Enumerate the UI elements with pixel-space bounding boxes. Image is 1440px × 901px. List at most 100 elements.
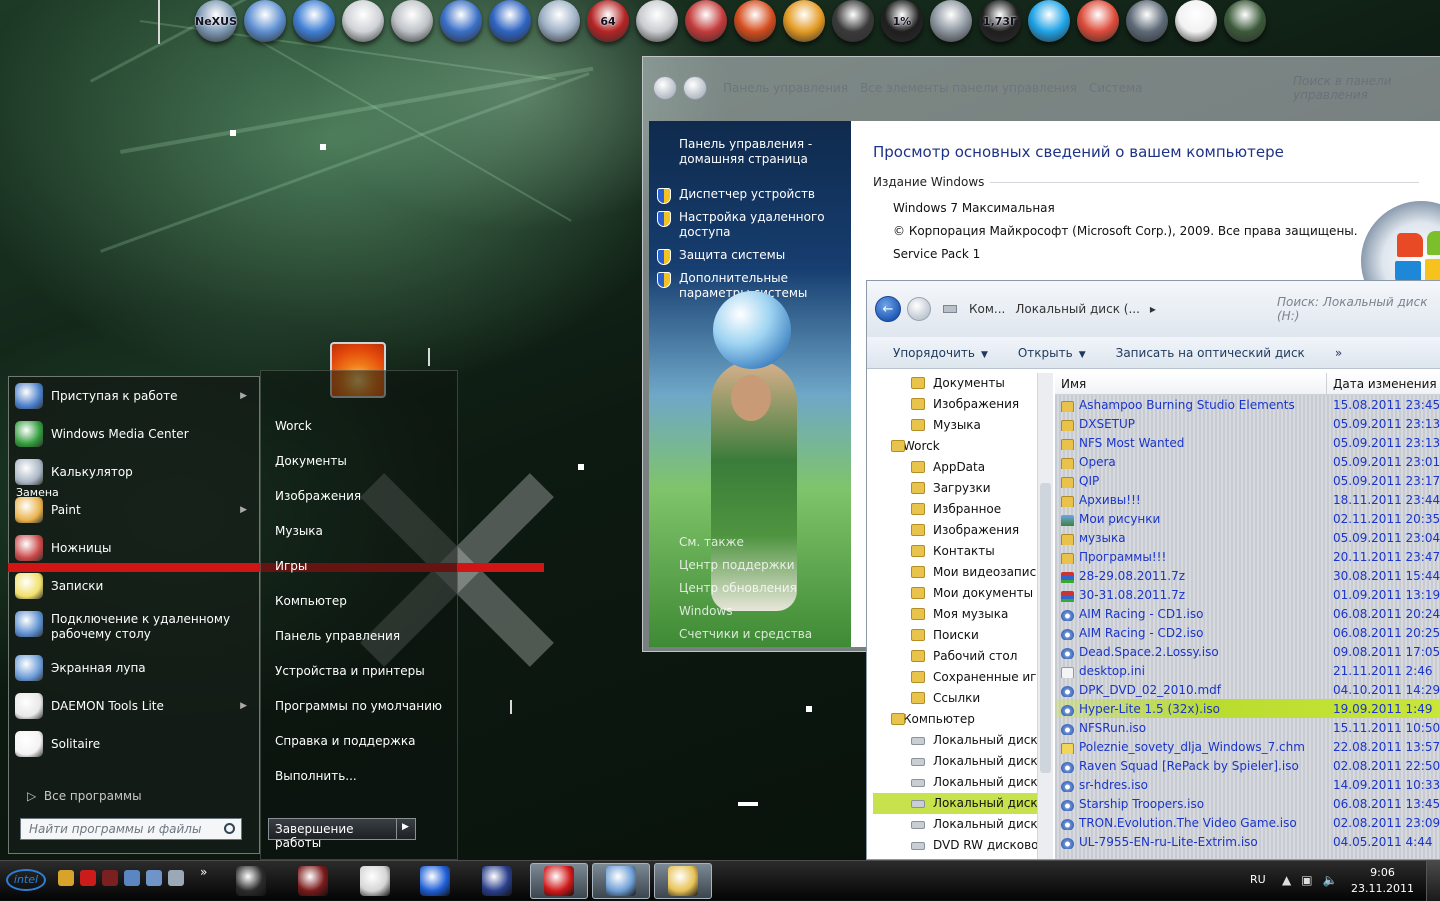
device-manager-link[interactable]: Диспетчер устройств [649, 183, 851, 206]
submenu-arrow-icon[interactable]: ▶ [240, 389, 247, 404]
taskbar-button[interactable] [284, 863, 342, 899]
language-indicator[interactable]: RU [1250, 873, 1266, 886]
file-row[interactable]: AIM Racing - CD2.iso 06.08.2011 20:25 [1055, 623, 1440, 642]
file-row[interactable]: Программы!!! 20.11.2011 23:47 [1055, 547, 1440, 566]
tree-item[interactable]: Моя музыка [873, 604, 1053, 625]
system-protection-link[interactable]: Защита системы [649, 244, 851, 267]
start-place-item[interactable]: Выполнить... [261, 759, 457, 794]
tree-item[interactable]: Избранное [873, 499, 1053, 520]
crumb[interactable]: Локальный диск (... [1015, 302, 1140, 316]
more-toolbar-button[interactable]: » [1335, 346, 1342, 360]
tree-item[interactable]: Компьютер [873, 709, 1053, 730]
tree-item[interactable]: Загрузки [873, 478, 1053, 499]
gear-icon[interactable] [783, 0, 825, 42]
forward-button[interactable] [683, 76, 707, 100]
start-program-item[interactable]: Windows Media Center [9, 415, 259, 453]
file-row[interactable]: DXSETUP 05.09.2011 23:13 [1055, 414, 1440, 433]
breadcrumb-item[interactable]: Все элементы панели управления [860, 81, 1077, 95]
windows-flag-icon[interactable] [293, 0, 335, 42]
taskbar-button[interactable] [468, 863, 526, 899]
start-program-item[interactable]: Записки [9, 567, 259, 605]
file-row[interactable]: DPK_DVD_02_2010.mdf 04.10.2011 14:29 [1055, 680, 1440, 699]
file-row[interactable]: Raven Squad [RePack by Spieler].iso 02.08… [1055, 756, 1440, 775]
ccleaner-icon[interactable] [734, 0, 776, 42]
recycle-bin-icon[interactable] [538, 0, 580, 42]
all-programs-link[interactable]: ▷ Все программы [27, 789, 142, 803]
breadcrumb-item[interactable]: Система [1089, 81, 1143, 95]
start-program-item[interactable]: Экранная лупа [9, 649, 259, 687]
file-row[interactable]: QIP 05.09.2011 23:17 [1055, 471, 1440, 490]
start-place-item[interactable]: Музыка [261, 514, 457, 549]
film-reel-icon[interactable] [832, 0, 874, 42]
shutdown-button[interactable]: Завершение работы ▶ [268, 818, 416, 850]
breadcrumb[interactable]: Панель управления Все элементы панели уп… [723, 81, 1142, 95]
memory-meter-icon[interactable]: 1,73Г [979, 0, 1021, 42]
tools-icon[interactable] [685, 0, 727, 42]
file-row[interactable]: Мои рисунки 02.11.2011 20:35 [1055, 509, 1440, 528]
submenu-arrow-icon[interactable]: ▶ [240, 503, 247, 518]
remote-settings-link[interactable]: Настройка удаленного доступа [649, 206, 851, 244]
open-button[interactable]: Открыть ▼ [1018, 346, 1086, 360]
clock[interactable]: 9:06 23.11.2011 [1351, 865, 1414, 897]
tree-item[interactable]: Изображения [873, 394, 1053, 415]
start-program-item[interactable]: Ножницы [9, 529, 259, 567]
cpu-meter-icon[interactable]: 1% [881, 0, 923, 42]
camera-icon[interactable] [1224, 0, 1266, 42]
intel-logo-icon[interactable]: intel [6, 869, 46, 891]
tree-item[interactable]: Ссылки [873, 688, 1053, 709]
start-place-item[interactable]: Документы [261, 444, 457, 479]
tree-item[interactable]: Поиски [873, 625, 1053, 646]
globe-icon[interactable] [1126, 0, 1168, 42]
crumb[interactable]: Ком... [969, 302, 1005, 316]
volume-icon[interactable]: 🔈 [1323, 873, 1338, 887]
tree-item[interactable]: Локальный диск (D:) [873, 751, 1053, 772]
tray-expander[interactable]: » [200, 865, 207, 879]
file-row[interactable]: Архивы!!! 18.11.2011 23:44 [1055, 490, 1440, 509]
file-row[interactable]: TRON.Evolution.The Video Game.iso 02.08.2… [1055, 813, 1440, 832]
file-row[interactable]: 28-29.08.2011.7z 30.08.2011 15:44 [1055, 566, 1440, 585]
start-place-item[interactable]: Компьютер [261, 584, 457, 619]
tree-item[interactable]: Рабочий стол [873, 646, 1053, 667]
taskbar-button[interactable] [406, 863, 464, 899]
taskbar-button[interactable] [592, 863, 650, 899]
x-app-icon[interactable] [440, 0, 482, 42]
performance-link[interactable]: Счетчики и средства производительности [679, 623, 851, 647]
network-icon[interactable] [930, 0, 972, 42]
aida64-icon[interactable]: 64 [587, 0, 629, 42]
tree-item[interactable]: Изображения [873, 520, 1053, 541]
file-row[interactable]: AIM Racing - CD1.iso 06.08.2011 20:24 [1055, 604, 1440, 623]
window-tray-icon[interactable] [124, 870, 140, 886]
address-crumbs[interactable]: Ком... Локальный диск (... ▸ [969, 302, 1156, 316]
column-date[interactable]: Дата изменения [1327, 373, 1440, 394]
tree-item[interactable]: Сохраненные игры [873, 667, 1053, 688]
document-icon[interactable] [1175, 0, 1217, 42]
start-place-item[interactable]: Игры [261, 549, 457, 584]
file-row[interactable]: Ashampoo Burning Studio Elements 15.08.20… [1055, 395, 1440, 414]
file-row[interactable]: Poleznie_sovety_dlja_Windows_7.chm 22.08.… [1055, 737, 1440, 756]
column-name[interactable]: Имя [1055, 373, 1327, 394]
opera-tray-icon[interactable] [80, 870, 96, 886]
start-place-item[interactable]: Панель управления [261, 619, 457, 654]
tree-item[interactable]: Контакты [873, 541, 1053, 562]
control-panel-home-link[interactable]: Панель управления - домашняя страница [649, 133, 851, 171]
search-icon[interactable] [224, 823, 235, 834]
chrome-icon[interactable] [1077, 0, 1119, 42]
shutdown-options-arrow-icon[interactable]: ▶ [397, 819, 414, 839]
tree-item[interactable]: DVD RW дисковод [873, 835, 1053, 856]
network-status-icon[interactable]: ▣ [1301, 873, 1312, 887]
start-program-item[interactable]: Solitaire [9, 725, 259, 763]
file-row[interactable]: sr-hdres.iso 14.09.2011 10:33 [1055, 775, 1440, 794]
start-program-item[interactable]: DAEMON Tools Lite ▶ [9, 687, 259, 725]
explorer-search-input[interactable]: Поиск: Локальный диск (H:) [1277, 295, 1437, 323]
tree-item[interactable]: Мои документы [873, 583, 1053, 604]
file-row[interactable]: Starship Troopers.iso 06.08.2011 13:45 [1055, 794, 1440, 813]
taskbar-button[interactable] [530, 863, 588, 899]
burn-button[interactable]: Записать на оптический диск [1116, 346, 1305, 360]
back-arrow-icon[interactable]: ← [875, 296, 901, 322]
control-panel-search-input[interactable]: Поиск в панели управления [1293, 74, 1433, 102]
tree-item[interactable]: Локальный диск (G:) [873, 814, 1053, 835]
tree-item[interactable]: Мои видеозаписи [873, 562, 1053, 583]
res-tray-icon[interactable] [102, 870, 118, 886]
clock-icon[interactable] [391, 0, 433, 42]
show-desktop-button[interactable] [1426, 861, 1440, 901]
